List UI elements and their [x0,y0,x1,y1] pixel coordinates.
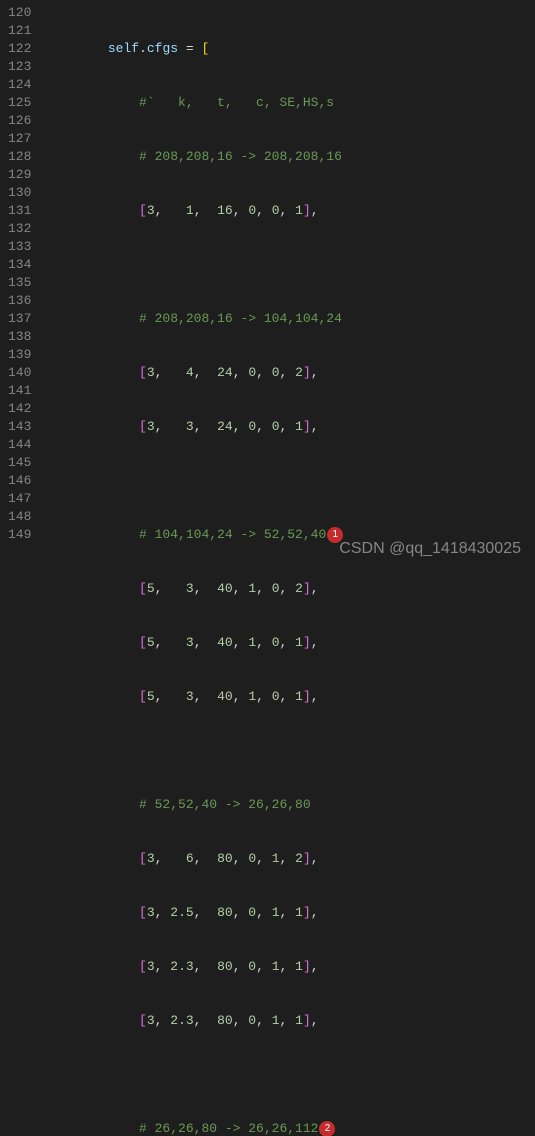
line-number: 126 [8,112,31,130]
comment: # 208,208,16 -> 208,208,16 [139,149,342,164]
code-line: # 26,26,80 -> 26,26,1122 [45,1120,535,1136]
line-number: 130 [8,184,31,202]
comment: #` k, t, c, SE,HS,s [139,95,334,110]
code-line: self.cfgs = [ [45,40,535,58]
line-number: 123 [8,58,31,76]
code-line: [3, 1, 16, 0, 0, 1], [45,202,535,220]
line-number: 147 [8,490,31,508]
line-number: 138 [8,328,31,346]
code-line: # 208,208,16 -> 104,104,24 [45,310,535,328]
code-line: # 52,52,40 -> 26,26,80 [45,796,535,814]
comment: # 104,104,24 -> 52,52,40 [139,527,326,542]
line-number: 132 [8,220,31,238]
line-number: 137 [8,310,31,328]
line-number: 149 [8,526,31,544]
code-line: [3, 2.3, 80, 0, 1, 1], [45,958,535,976]
line-number: 121 [8,22,31,40]
code-line: # 104,104,24 -> 52,52,401 [45,526,535,544]
line-number: 140 [8,364,31,382]
comment: # 52,52,40 -> 26,26,80 [139,797,311,812]
code-line [45,472,535,490]
line-number-gutter: 1201211221231241251261271281291301311321… [0,0,45,568]
line-number: 139 [8,346,31,364]
annotation-badge: 1 [327,527,343,543]
code-line: [5, 3, 40, 1, 0, 1], [45,688,535,706]
line-number: 142 [8,400,31,418]
code-line: [3, 6, 80, 0, 1, 2], [45,850,535,868]
annotation-badge: 2 [319,1121,335,1136]
code-line [45,1066,535,1084]
line-number: 120 [8,4,31,22]
line-number: 133 [8,238,31,256]
line-number: 136 [8,292,31,310]
code-area[interactable]: self.cfgs = [ #` k, t, c, SE,HS,s # 208,… [45,0,535,568]
code-line: [3, 3, 24, 0, 0, 1], [45,418,535,436]
self-keyword: self [108,41,139,56]
code-line: # 208,208,16 -> 208,208,16 [45,148,535,166]
comment: # 208,208,16 -> 104,104,24 [139,311,342,326]
line-number: 143 [8,418,31,436]
line-number: 145 [8,454,31,472]
line-number: 134 [8,256,31,274]
code-line: [5, 3, 40, 1, 0, 2], [45,580,535,598]
line-number: 125 [8,94,31,112]
code-line: [3, 2.5, 80, 0, 1, 1], [45,904,535,922]
line-number: 131 [8,202,31,220]
line-number: 127 [8,130,31,148]
code-line [45,256,535,274]
code-line [45,742,535,760]
code-editor[interactable]: 1201211221231241251261271281291301311321… [0,0,535,568]
line-number: 141 [8,382,31,400]
line-number: 128 [8,148,31,166]
line-number: 129 [8,166,31,184]
bracket-open: [ [201,41,209,56]
line-number: 124 [8,76,31,94]
property-name: cfgs [147,41,178,56]
comment: # 26,26,80 -> 26,26,112 [139,1121,318,1136]
code-line: [5, 3, 40, 1, 0, 1], [45,634,535,652]
line-number: 148 [8,508,31,526]
line-number: 144 [8,436,31,454]
code-line: [3, 4, 24, 0, 0, 2], [45,364,535,382]
line-number: 135 [8,274,31,292]
line-number: 146 [8,472,31,490]
code-line: #` k, t, c, SE,HS,s [45,94,535,112]
line-number: 122 [8,40,31,58]
code-line: [3, 2.3, 80, 0, 1, 1], [45,1012,535,1030]
